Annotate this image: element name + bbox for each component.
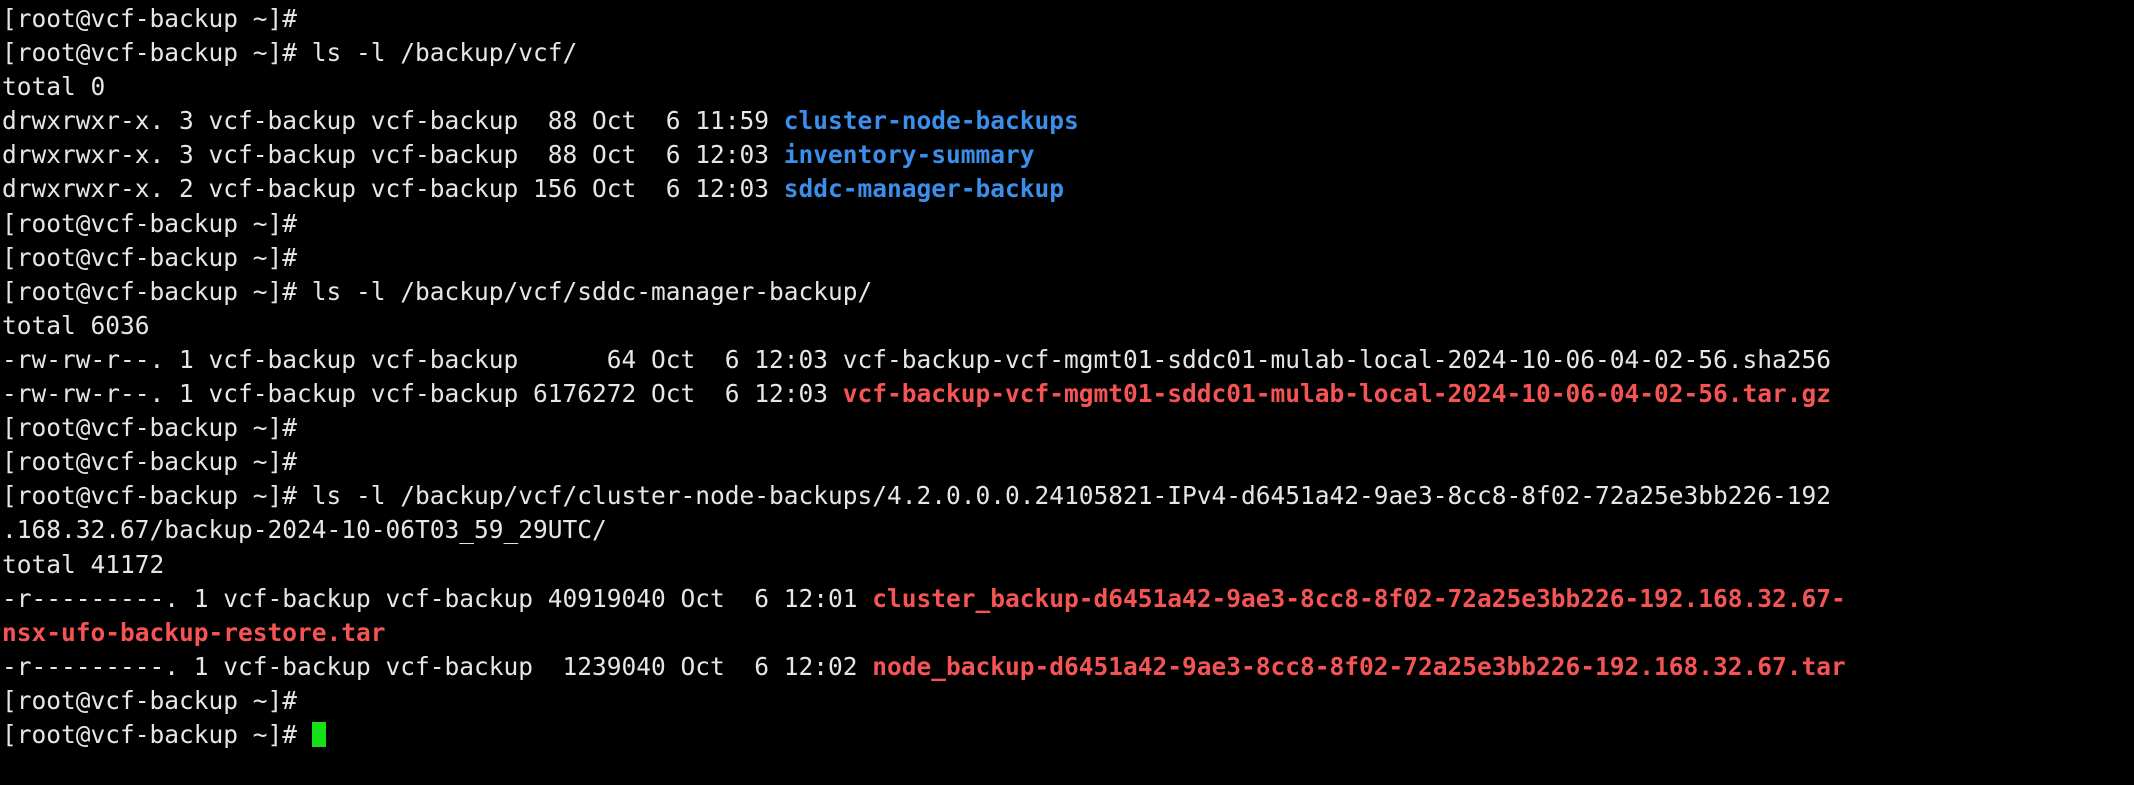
file-name-wrap-line: nsx-ufo-backup-restore.tar — [2, 616, 2134, 650]
file-name: cluster_backup-d6451a42-9ae3-8cc8-8f02-7… — [872, 583, 1846, 613]
terminal-prompt-line: [root@vcf-backup ~]# — [2, 411, 2134, 445]
file-metadata: -r---------. 1 vcf-backup vcf-backup 123… — [2, 651, 873, 681]
shell-prompt: [root@vcf-backup ~]# — [2, 38, 312, 68]
shell-command: ls -l /backup/vcf/ — [311, 38, 578, 68]
file-metadata: drwxrwxr-x. 3 vcf-backup vcf-backup 88 O… — [2, 140, 784, 170]
file-listing-row: drwxrwxr-x. 2 vcf-backup vcf-backup 156 … — [2, 172, 2134, 206]
shell-prompt: [root@vcf-backup ~]# — [2, 208, 312, 238]
shell-command: ls -l /backup/vcf/cluster-node-backups/4… — [311, 481, 1832, 511]
shell-prompt: [root@vcf-backup ~]# — [2, 242, 312, 272]
terminal-prompt-line: [root@vcf-backup ~]# ls -l /backup/vcf/s… — [2, 275, 2134, 309]
shell-prompt: [root@vcf-backup ~]# — [2, 4, 312, 33]
file-name-continuation: nsx-ufo-backup-restore.tar — [2, 617, 386, 647]
shell-prompt: [root@vcf-backup ~]# — [2, 276, 312, 306]
file-listing-row: -rw-rw-r--. 1 vcf-backup vcf-backup 6176… — [2, 377, 2134, 411]
file-name: node_backup-d6451a42-9ae3-8cc8-8f02-72a2… — [872, 651, 1846, 681]
output-text: total 41172 — [2, 549, 165, 579]
shell-prompt: [root@vcf-backup ~]# — [2, 481, 312, 511]
file-listing-row: -r---------. 1 vcf-backup vcf-backup 409… — [2, 582, 2134, 616]
terminal-output-line: .168.32.67/backup-2024-10-06T03_59_29UTC… — [2, 513, 2134, 547]
output-text: total 0 — [2, 72, 106, 102]
terminal-screen[interactable]: [root@vcf-backup ~]# [root@vcf-backup ~]… — [0, 0, 2134, 785]
file-name: vcf-backup-vcf-mgmt01-sddc01-mulab-local… — [842, 344, 1832, 374]
file-metadata: -rw-rw-r--. 1 vcf-backup vcf-backup 6176… — [2, 379, 843, 409]
terminal-prompt-line: [root@vcf-backup ~]# — [2, 684, 2134, 718]
shell-prompt: [root@vcf-backup ~]# — [2, 413, 312, 443]
file-name: sddc-manager-backup — [783, 174, 1065, 204]
shell-command: ls -l /backup/vcf/sddc-manager-backup/ — [311, 276, 873, 306]
file-name: inventory-summary — [783, 140, 1035, 170]
file-metadata: drwxrwxr-x. 2 vcf-backup vcf-backup 156 … — [2, 174, 784, 204]
terminal-output-line: total 6036 — [2, 309, 2134, 343]
file-listing-row: drwxrwxr-x. 3 vcf-backup vcf-backup 88 O… — [2, 138, 2134, 172]
file-name: cluster-node-backups — [783, 106, 1079, 136]
file-listing-row: -r---------. 1 vcf-backup vcf-backup 123… — [2, 650, 2134, 684]
terminal-prompt-line: [root@vcf-backup ~]# ls -l /backup/vcf/ — [2, 36, 2134, 70]
shell-prompt: [root@vcf-backup ~]# — [2, 447, 312, 477]
output-text: .168.32.67/backup-2024-10-06T03_59_29UTC… — [2, 515, 607, 545]
file-listing-row: -rw-rw-r--. 1 vcf-backup vcf-backup 64 O… — [2, 343, 2134, 377]
file-metadata: -r---------. 1 vcf-backup vcf-backup 409… — [2, 583, 873, 613]
file-name: vcf-backup-vcf-mgmt01-sddc01-mulab-local… — [842, 379, 1832, 409]
file-metadata: -rw-rw-r--. 1 vcf-backup vcf-backup 64 O… — [2, 344, 843, 374]
terminal-prompt-line: [root@vcf-backup ~]# — [2, 2, 2134, 36]
terminal-prompt-line: [root@vcf-backup ~]# — [2, 718, 2134, 752]
terminal-prompt-line: [root@vcf-backup ~]# — [2, 241, 2134, 275]
terminal-prompt-line: [root@vcf-backup ~]# ls -l /backup/vcf/c… — [2, 479, 2134, 513]
output-text: total 6036 — [2, 310, 150, 340]
terminal-prompt-line: [root@vcf-backup ~]# — [2, 207, 2134, 241]
shell-prompt: [root@vcf-backup ~]# — [2, 685, 312, 715]
terminal-output-line: total 0 — [2, 70, 2134, 104]
file-listing-row: drwxrwxr-x. 3 vcf-backup vcf-backup 88 O… — [2, 104, 2134, 138]
shell-prompt: [root@vcf-backup ~]# — [2, 719, 312, 749]
terminal-prompt-line: [root@vcf-backup ~]# — [2, 445, 2134, 479]
text-cursor — [311, 721, 327, 747]
terminal-output-line: total 41172 — [2, 548, 2134, 582]
file-metadata: drwxrwxr-x. 3 vcf-backup vcf-backup 88 O… — [2, 106, 784, 136]
